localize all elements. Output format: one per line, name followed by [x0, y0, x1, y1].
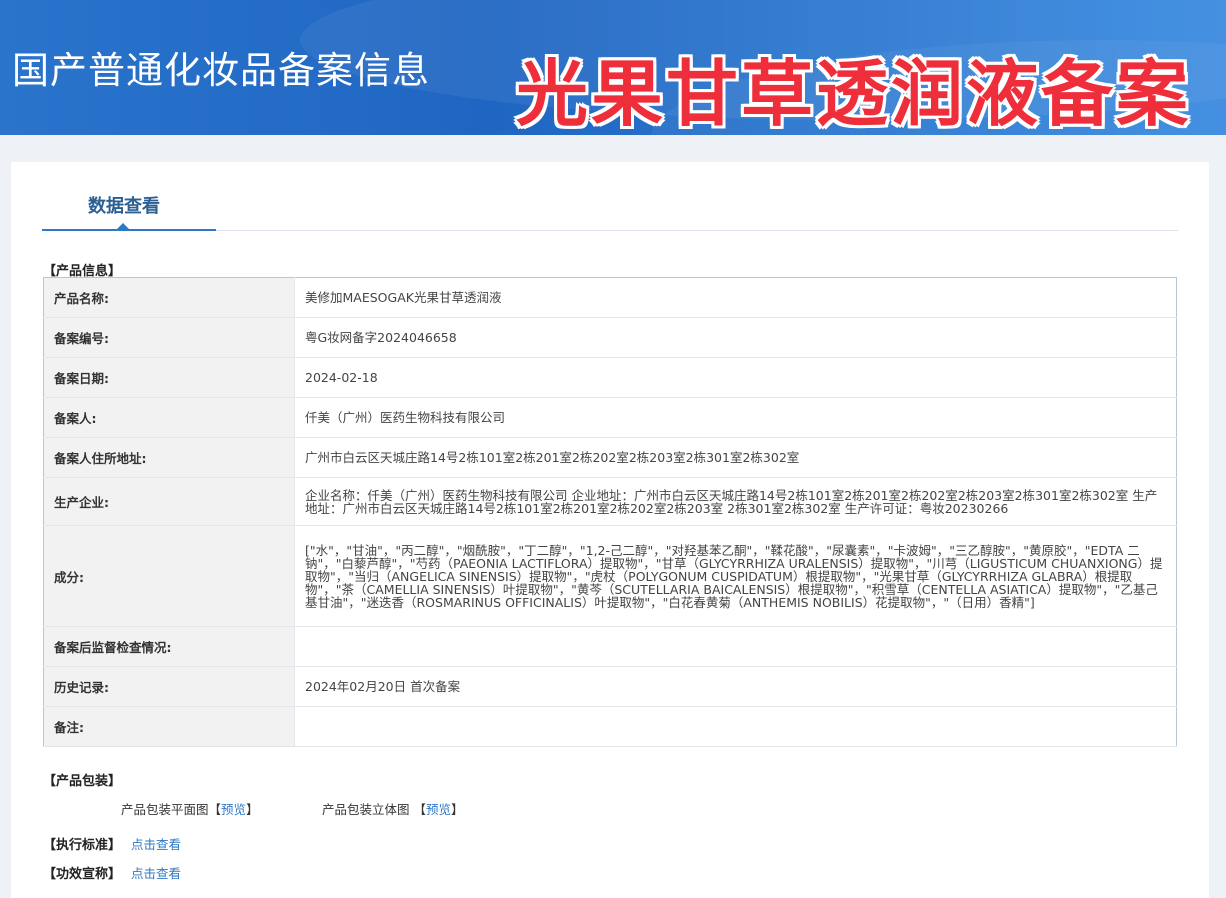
- row-value: 2024-02-18: [294, 357, 1177, 398]
- table-row: 备案人: 仟美（广州）医药生物科技有限公司: [43, 397, 1177, 438]
- table-row: 备案后监督检查情况:: [43, 626, 1177, 667]
- table-row: 成分: ["水"，"甘油"，"丙二醇"，"烟酰胺"，"丁二醇"，"1,2-己二醇…: [43, 525, 1177, 627]
- section-packaging: 【产品包装】: [43, 774, 122, 789]
- standard-view-link[interactable]: 点击查看: [131, 834, 181, 853]
- row-key: 备案人住所地址:: [43, 437, 295, 478]
- row-value: 2024年02月20日 首次备案: [294, 666, 1177, 707]
- efficacy-view-link[interactable]: 点击查看: [131, 863, 181, 882]
- tab-caret-icon: [117, 223, 129, 229]
- packaging-flat-item: 产品包装平面图【预览】: [121, 799, 259, 818]
- row-key: 产品名称:: [43, 277, 295, 318]
- row-key: 历史记录:: [43, 666, 295, 707]
- table-row: 备注:: [43, 706, 1177, 747]
- row-key: 备注:: [43, 706, 295, 747]
- row-key: 备案后监督检查情况:: [43, 626, 295, 667]
- tab-active-indicator: [42, 229, 216, 231]
- row-key: 成分:: [43, 525, 295, 627]
- row-key: 备案人:: [43, 397, 295, 438]
- row-key: 备案编号:: [43, 317, 295, 358]
- row-key: 备案日期:: [43, 357, 295, 398]
- packaging-solid-item: 产品包装立体图 【预览】: [322, 799, 464, 818]
- row-value: 企业名称：仟美（广州）医药生物科技有限公司 企业地址：广州市白云区天城庄路14号…: [294, 477, 1177, 526]
- row-value: 粤G妆网备字2024046658: [294, 317, 1177, 358]
- overlay-caption: 光果甘草透润液备案: [516, 52, 1192, 135]
- row-value: 广州市白云区天城庄路14号2栋101室2栋201室2栋202室2栋203室2栋3…: [294, 437, 1177, 478]
- preview-solid-link[interactable]: 预览: [426, 802, 451, 817]
- bracket-open: 【: [413, 802, 427, 817]
- bracket-close: 】: [451, 802, 464, 817]
- section-standard: 【执行标准】: [43, 838, 122, 853]
- bracket-close: 】: [246, 802, 259, 817]
- site-title: 国产普通化妆品备案信息: [12, 49, 430, 92]
- packaging-flat-label: 产品包装平面图: [121, 802, 209, 817]
- row-value: [294, 626, 1177, 667]
- packaging-solid-label: 产品包装立体图: [322, 802, 410, 817]
- table-row: 备案人住所地址: 广州市白云区天城庄路14号2栋101室2栋201室2栋202室…: [43, 437, 1177, 478]
- tab-data-view[interactable]: 数据查看: [42, 174, 216, 232]
- table-row: 备案编号: 粤G妆网备字2024046658: [43, 317, 1177, 358]
- tab-divider: [216, 230, 1178, 231]
- preview-flat-link[interactable]: 预览: [221, 802, 246, 817]
- row-value: [294, 706, 1177, 747]
- header-banner: 国产普通化妆品备案信息 光果甘草透润液备案: [0, 0, 1226, 135]
- row-value: 美修加MAESOGAK光果甘草透润液: [294, 277, 1177, 318]
- table-row: 生产企业: 企业名称：仟美（广州）医药生物科技有限公司 企业地址：广州市白云区天…: [43, 477, 1177, 526]
- table-row: 备案日期: 2024-02-18: [43, 357, 1177, 398]
- bracket-open: 【: [208, 802, 222, 817]
- section-efficacy: 【功效宣称】: [43, 867, 122, 882]
- row-value: ["水"，"甘油"，"丙二醇"，"烟酰胺"，"丁二醇"，"1,2-己二醇"，"对…: [294, 525, 1177, 627]
- tab-label: 数据查看: [88, 196, 160, 217]
- row-value: 仟美（广州）医药生物科技有限公司: [294, 397, 1177, 438]
- row-key: 生产企业:: [43, 477, 295, 526]
- table-row: 产品名称: 美修加MAESOGAK光果甘草透润液: [43, 277, 1177, 318]
- product-info-table: 产品名称: 美修加MAESOGAK光果甘草透润液 备案编号: 粤G妆网备字202…: [43, 277, 1177, 747]
- table-row: 历史记录: 2024年02月20日 首次备案: [43, 666, 1177, 707]
